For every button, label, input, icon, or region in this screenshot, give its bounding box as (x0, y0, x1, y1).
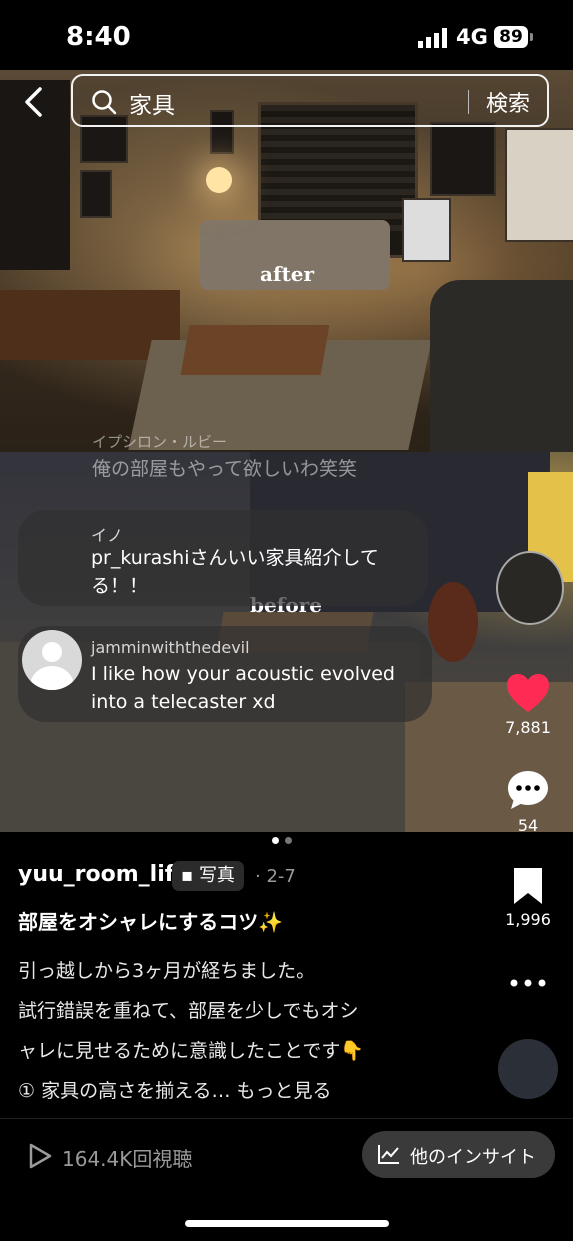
comment-author: jamminwiththedevil (91, 638, 250, 657)
music-disc[interactable] (498, 1039, 558, 1099)
like-count: 7,881 (505, 718, 551, 737)
more-icon (510, 979, 546, 987)
search-bar[interactable]: 家具 検索 (71, 74, 549, 127)
more-options-button[interactable] (496, 973, 560, 997)
insight-button[interactable]: 他のインサイト (362, 1131, 555, 1178)
comment-icon (508, 771, 548, 809)
status-time: 8:40 (66, 22, 131, 52)
username[interactable]: yuu_room_life (18, 862, 189, 887)
comment-count: 54 (517, 816, 539, 835)
back-icon[interactable] (22, 86, 46, 118)
post-desc-line: 引っ越しから3ヶ月が経ちました。 (18, 960, 316, 982)
after-label: after (260, 262, 315, 286)
signal-icon (418, 28, 447, 48)
like-button[interactable]: 7,881 (496, 672, 560, 737)
post-date: · 2-7 (255, 866, 296, 887)
network-label: 4G (456, 25, 488, 49)
chart-icon (378, 1145, 399, 1164)
comment-text: 俺の部屋もやって欲しいわ笑笑 (92, 458, 358, 480)
comment-bubble[interactable]: イノ pr_kurashiさんいい家具紹介して る！！ (18, 510, 428, 606)
photo-icon: ▪ (181, 865, 194, 886)
comment-author: イノ (91, 526, 124, 545)
status-bar: 8:40 4G 89 (0, 0, 573, 70)
post-desc-more[interactable]: ① 家具の高さを揃える… もっと見る (18, 1076, 332, 1103)
search-icon (92, 90, 117, 115)
battery-icon: 89 (494, 26, 528, 48)
comment-avatar (22, 630, 82, 690)
view-count: 164.4K回視聴 (62, 1147, 193, 1171)
search-button[interactable]: 検索 (486, 86, 530, 118)
bookmark-icon (514, 868, 542, 904)
post-desc-line: 試行錯誤を重ねて、部屋を少しでもオシ (18, 1000, 359, 1022)
home-indicator (185, 1220, 389, 1227)
carousel-indicator (272, 829, 298, 848)
comment-button[interactable]: 54 (496, 768, 560, 835)
photo-tag: ▪ 写真 (172, 861, 244, 891)
search-input[interactable]: 家具 (129, 86, 175, 120)
comment-faded: イプシロン・ルビー 俺の部屋もやって欲しいわ笑笑 (92, 431, 357, 481)
after-photo (0, 70, 573, 452)
comment-text: pr_kurashiさんいい家具紹介して る！！ (91, 547, 379, 597)
post-desc-line: ャレに見せるために意識したことです👇 (18, 1040, 365, 1062)
battery-tip (530, 33, 533, 41)
save-count: 1,996 (505, 910, 551, 929)
post-title: 部屋をオシャレにするコツ✨ (18, 910, 284, 934)
save-button[interactable]: 1,996 (496, 866, 560, 929)
heart-icon (507, 674, 549, 712)
play-icon (29, 1143, 52, 1169)
search-divider (468, 90, 469, 114)
insight-label: 他のインサイト (410, 1147, 536, 1168)
comment-bubble[interactable]: jamminwiththedevil I like how your acous… (18, 626, 432, 722)
creator-avatar[interactable] (496, 551, 564, 625)
comment-author: イプシロン・ルビー (92, 433, 228, 451)
comment-text: I like how your acoustic evolved into a … (91, 663, 395, 713)
